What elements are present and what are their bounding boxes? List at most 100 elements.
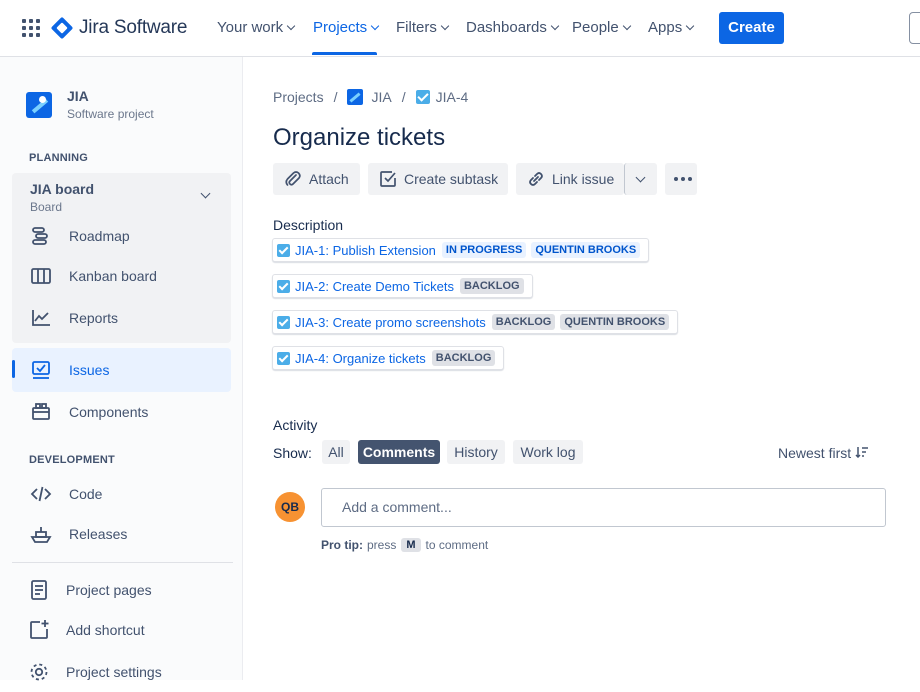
breadcrumb: Projects / JIA / JIA-4: [273, 89, 469, 105]
assignee-badge: QUENTIN BROOKS: [531, 242, 641, 258]
app-switcher-icon[interactable]: [22, 19, 40, 37]
linked-issue-card[interactable]: JIA-2: Create Demo Tickets BACKLOG: [272, 274, 533, 298]
chevron-down-icon[interactable]: [200, 188, 211, 199]
link-issue-button[interactable]: Link issue: [516, 163, 624, 195]
create-subtask-label: Create subtask: [404, 171, 499, 187]
breadcrumb-projects[interactable]: Projects: [273, 89, 324, 105]
active-nav-indicator: [312, 52, 377, 55]
nav-people[interactable]: People: [572, 19, 631, 36]
chevron-down-icon: [550, 21, 560, 30]
jira-logo-icon: [50, 16, 74, 40]
sidebar-item-reports[interactable]: Reports: [12, 298, 231, 338]
components-icon: [30, 401, 52, 423]
nav-apps[interactable]: Apps: [648, 19, 695, 36]
linked-issue-card[interactable]: JIA-1: Publish Extension IN PROGRESS QUE…: [272, 238, 650, 262]
subtask-icon: [379, 170, 397, 188]
create-subtask-button[interactable]: Create subtask: [368, 163, 508, 195]
sidebar-item-releases[interactable]: Releases: [12, 514, 231, 554]
protip-bold: Pro tip:: [321, 538, 363, 552]
sidebar-item-add-shortcut[interactable]: Add shortcut: [12, 610, 231, 650]
linked-issue-card[interactable]: JIA-3: Create promo screenshots BACKLOG …: [272, 310, 679, 334]
issue-view: Projects / JIA / JIA-4 Organize tickets …: [243, 57, 920, 680]
avatar[interactable]: QB: [275, 492, 305, 522]
show-label: Show:: [273, 445, 312, 461]
board-subtitle: Board: [30, 200, 63, 214]
pro-tip: Pro tip: press M to comment: [321, 538, 488, 552]
development-heading: DEVELOPMENT: [29, 454, 115, 466]
issue-link[interactable]: JIA-2: Create Demo Tickets: [295, 279, 454, 294]
link-icon: [527, 170, 545, 188]
comment-input[interactable]: Add a comment...: [321, 488, 886, 527]
attach-label: Attach: [309, 171, 349, 187]
create-button[interactable]: Create: [719, 12, 784, 44]
search-input[interactable]: [909, 12, 920, 44]
sidebar-item-roadmap[interactable]: Roadmap: [12, 216, 231, 256]
chevron-down-icon: [622, 21, 631, 30]
status-badge: IN PROGRESS: [441, 242, 527, 258]
nav-your-work[interactable]: Your work: [217, 19, 296, 36]
sort-order-button[interactable]: Newest first: [778, 445, 869, 461]
issue-link[interactable]: JIA-3: Create promo screenshots: [295, 315, 486, 330]
protip-pre: press: [367, 538, 397, 552]
issue-link[interactable]: JIA-4: Organize tickets: [295, 351, 426, 366]
chevron-down-icon: [440, 21, 450, 30]
more-icon: [674, 177, 692, 181]
sidebar-item-label: Components: [69, 404, 149, 420]
sidebar-item-project-settings[interactable]: Project settings: [12, 652, 231, 692]
sidebar-item-kanban-board[interactable]: Kanban board: [12, 256, 231, 296]
project-name: JIA: [67, 88, 89, 104]
protip-post: to comment: [425, 538, 489, 552]
task-checkbox-icon: [277, 351, 290, 365]
sidebar-item-label: Code: [69, 486, 103, 502]
chevron-down-icon: [370, 21, 380, 30]
status-badge: BACKLOG: [459, 278, 524, 294]
sidebar-item-label: Issues: [69, 362, 110, 378]
nav-dashboards[interactable]: Dashboards: [466, 19, 560, 36]
nav-projects[interactable]: Projects: [313, 19, 380, 36]
task-checkbox-icon: [277, 315, 290, 329]
board-title[interactable]: JIA board: [30, 181, 94, 197]
project-type: Software project: [67, 107, 154, 121]
sidebar-item-issues[interactable]: Issues: [12, 348, 231, 392]
sidebar-item-label: Releases: [69, 526, 128, 542]
task-checkbox-icon: [277, 243, 290, 257]
issue-title[interactable]: Organize tickets: [273, 124, 445, 152]
project-header[interactable]: JIA Software project: [26, 87, 154, 123]
filter-history-button[interactable]: History: [447, 440, 505, 464]
issue-link[interactable]: JIA-1: Publish Extension: [295, 243, 436, 258]
chevron-down-icon: [685, 21, 695, 30]
ship-icon: [30, 523, 52, 545]
status-badge: BACKLOG: [491, 314, 556, 330]
link-issue-label: Link issue: [552, 171, 615, 187]
paperclip-icon: [284, 170, 302, 188]
nav-filters[interactable]: Filters: [396, 19, 450, 36]
active-item-indicator: [12, 360, 15, 378]
jira-logo[interactable]: Jira Software: [50, 16, 187, 40]
sidebar-item-label: Project settings: [66, 664, 162, 680]
attach-button[interactable]: Attach: [273, 163, 360, 195]
sidebar-item-project-pages[interactable]: Project pages: [12, 570, 231, 610]
breadcrumb-issue-key[interactable]: JIA-4: [436, 89, 469, 105]
sidebar-item-label: Roadmap: [69, 228, 130, 244]
add-shortcut-icon: [28, 619, 50, 641]
kanban-icon: [30, 265, 52, 287]
task-checkbox-icon: [277, 279, 290, 293]
filter-all-button[interactable]: All: [322, 440, 350, 464]
project-avatar-icon: [347, 89, 364, 105]
link-issue-dropdown-button[interactable]: [624, 163, 657, 195]
breadcrumb-project[interactable]: JIA: [371, 89, 391, 105]
sidebar-item-components[interactable]: Components: [12, 392, 231, 432]
sidebar-item-label: Kanban board: [69, 268, 157, 284]
more-actions-button[interactable]: [665, 163, 697, 195]
chevron-down-icon: [286, 21, 296, 30]
task-type-icon[interactable]: [415, 90, 430, 104]
project-avatar-icon: [26, 92, 52, 118]
planning-heading: PLANNING: [29, 152, 89, 164]
filter-worklog-button[interactable]: Work log: [513, 440, 583, 464]
linked-issue-card[interactable]: JIA-4: Organize tickets BACKLOG: [272, 346, 505, 370]
top-navigation: Jira Software Your work Projects Filters…: [0, 0, 920, 57]
sidebar-item-code[interactable]: Code: [12, 474, 231, 514]
roadmap-icon: [30, 225, 52, 247]
sidebar-item-label: Reports: [69, 310, 119, 326]
filter-comments-button[interactable]: Comments: [358, 440, 440, 464]
